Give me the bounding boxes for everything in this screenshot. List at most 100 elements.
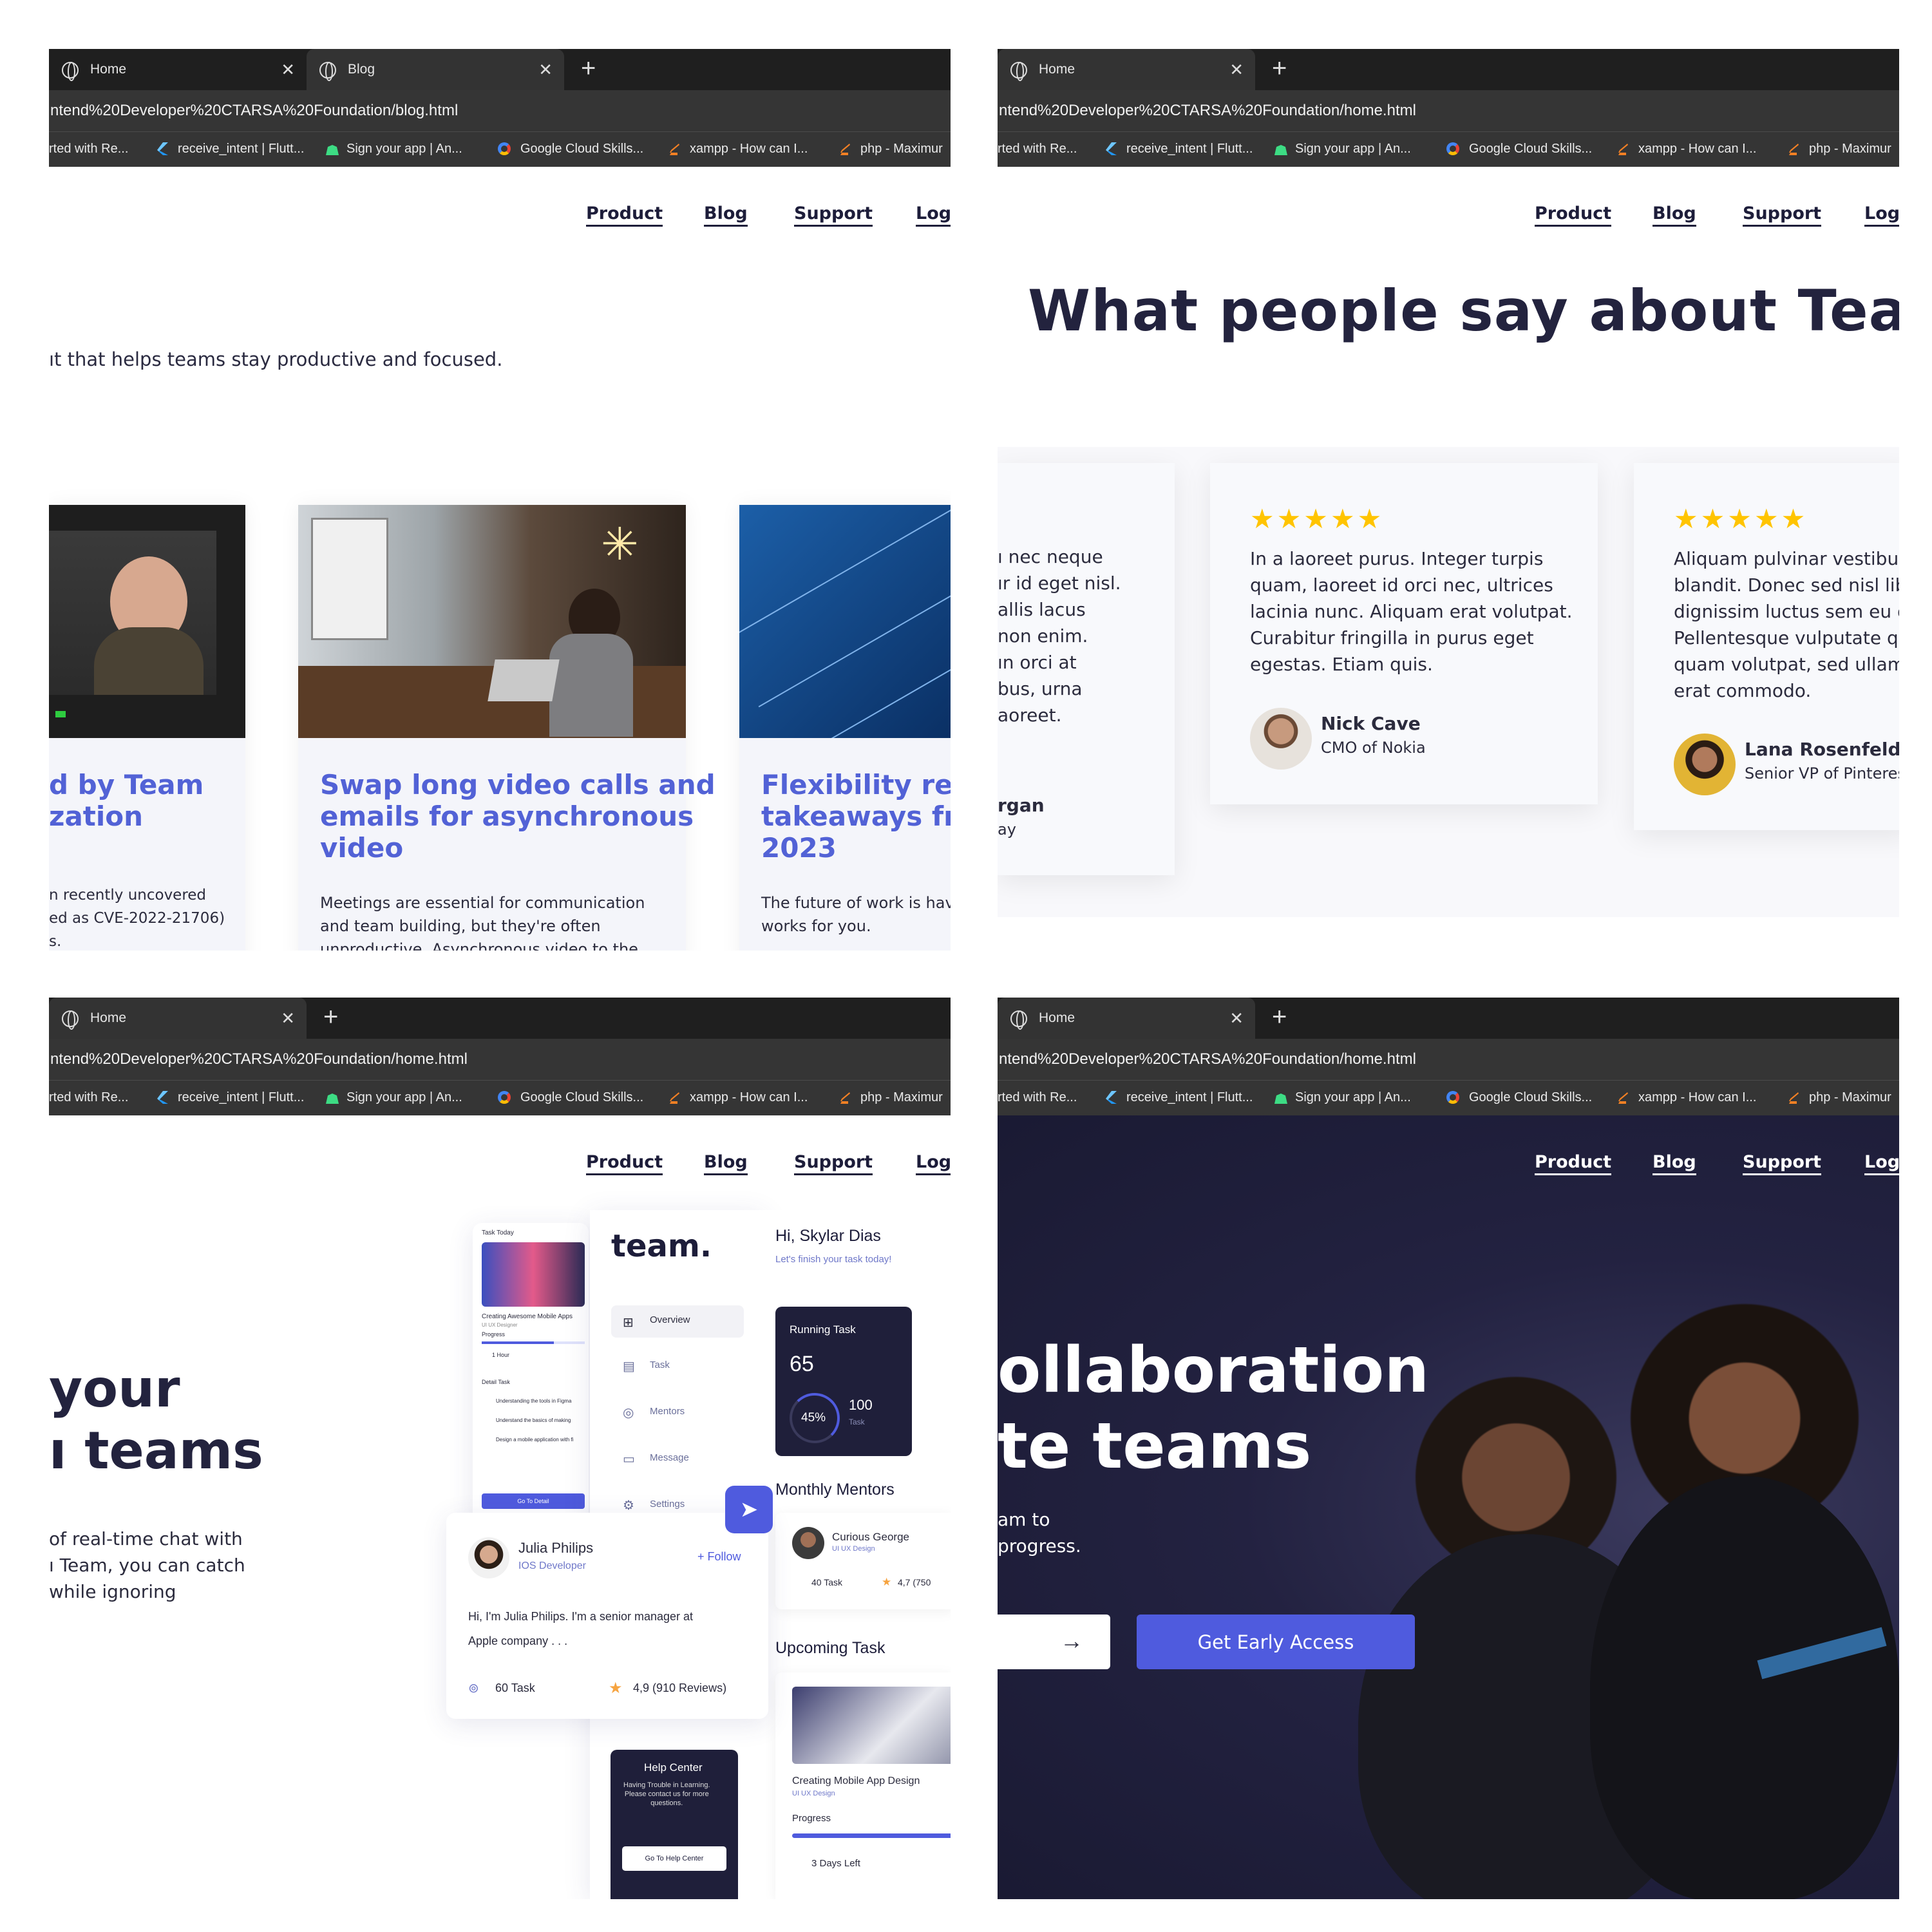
address-bar[interactable]: ntend%20Developer%20CTARSA%20Foundation/… [998, 90, 1899, 131]
tab-home[interactable]: Home ✕ [998, 49, 1255, 90]
bookmark[interactable]: php - Maximur [1809, 1090, 1891, 1105]
nav-product[interactable]: Product [1535, 1152, 1612, 1175]
tab-home[interactable]: Home ✕ [49, 998, 307, 1039]
bookmark[interactable]: Google Cloud Skills... [1469, 1090, 1592, 1105]
nav-product[interactable]: Product [1535, 204, 1612, 227]
upcoming-progress-bar [792, 1833, 951, 1838]
upcoming-task-card[interactable]: Creating Mobile App Design UI UX Design … [775, 1672, 951, 1899]
address-bar[interactable]: ntend%20Developer%20CTARSA%20Foundation/… [49, 90, 951, 131]
nav-login[interactable]: Log [916, 1152, 951, 1175]
nav-support[interactable]: Support [794, 204, 873, 227]
globe-icon [1010, 62, 1027, 81]
nav-blog[interactable]: Blog [704, 204, 748, 227]
bookmark[interactable]: php - Maximur [1809, 142, 1891, 156]
close-icon[interactable]: ✕ [281, 60, 295, 80]
tab-home[interactable]: Home ✕ [998, 998, 1255, 1039]
new-tab-icon[interactable]: + [323, 1003, 338, 1032]
bookmark[interactable]: Sign your app | An... [346, 1090, 462, 1105]
card-title[interactable]: Swap long video calls and emails for asy… [320, 769, 715, 864]
bookmark[interactable]: php - Maximur [860, 1090, 943, 1105]
new-tab-icon[interactable]: + [1272, 1003, 1287, 1032]
close-icon[interactable]: ✕ [1229, 1009, 1244, 1028]
blog-card[interactable]: ✳ Swap long video calls and emails for a… [298, 505, 715, 951]
nav-blog[interactable]: Blog [704, 1152, 748, 1175]
bookmark[interactable]: rted with Re... [49, 142, 128, 156]
sidebar-item-message[interactable]: ▭ Message [611, 1443, 744, 1475]
nav-login[interactable]: Log [1864, 1152, 1899, 1175]
bookmark[interactable]: Sign your app | An... [1295, 142, 1411, 156]
card-excerpt: n recently uncovered ed as CVE-2022-2170… [49, 887, 225, 950]
nav-support[interactable]: Support [1743, 1152, 1822, 1175]
avatar [1674, 734, 1736, 795]
task-time: 1 Hour [492, 1352, 510, 1358]
tab-home[interactable]: Home ✕ [49, 49, 307, 90]
nav-product[interactable]: Product [586, 204, 663, 227]
browser-chrome: Home ✕ + ntend%20Developer%20CTARSA%20Fou… [998, 998, 1899, 1115]
blog-card[interactable]: Flexibility reig takeaways fro 2023 The … [739, 505, 951, 951]
testimonial-role: CMO of Nokia [1321, 739, 1426, 757]
bookmark[interactable]: xampp - How can I... [1638, 1090, 1756, 1105]
bookmark[interactable]: Sign your app | An... [346, 142, 462, 156]
blog-card[interactable]: d by Team zation n recently uncovered ed… [49, 505, 245, 951]
nav-login[interactable]: Log [1864, 204, 1899, 227]
hero-background [998, 1115, 1899, 1899]
email-field[interactable]: → [998, 1615, 1110, 1669]
follow-button[interactable]: + Follow [697, 1550, 741, 1564]
bookmark[interactable]: rted with Re... [998, 1090, 1077, 1105]
bookmark[interactable]: receive_intent | Flutt... [178, 1090, 304, 1105]
nav-support[interactable]: Support [1743, 204, 1822, 227]
bookmark[interactable]: xampp - How can I... [690, 1090, 808, 1105]
nav-blog[interactable]: Blog [1653, 1152, 1696, 1175]
close-icon[interactable]: ✕ [281, 1009, 295, 1028]
main-nav: Product Blog Support Log [998, 204, 1899, 229]
get-early-access-button[interactable]: Get Early Access [1137, 1615, 1415, 1669]
close-icon[interactable]: ✕ [538, 60, 553, 80]
card-excerpt: Meetings are essential for communication… [320, 894, 645, 951]
main-nav: Product Blog Support Log [49, 204, 951, 229]
sidebar-item-task[interactable]: ▤ Task [611, 1350, 744, 1383]
stackoverflow-icon [1618, 1092, 1628, 1104]
stackoverflow-icon [1618, 144, 1628, 155]
blog-subtitle: ıt that helps teams stay productive and … [49, 348, 503, 370]
avatar [1250, 708, 1312, 770]
card-title[interactable]: d by Team zation [49, 769, 204, 832]
nav-login[interactable]: Log [916, 204, 951, 227]
nav-blog[interactable]: Blog [1653, 204, 1696, 227]
bookmark[interactable]: receive_intent | Flutt... [1126, 1090, 1253, 1105]
bookmark[interactable]: xampp - How can I... [1638, 142, 1756, 156]
new-tab-icon[interactable]: + [1272, 54, 1287, 83]
bookmark[interactable]: Google Cloud Skills... [520, 142, 643, 156]
go-to-detail-button[interactable]: Go To Detail [482, 1493, 585, 1509]
address-bar[interactable]: ntend%20Developer%20CTARSA%20Foundation/… [49, 1039, 951, 1080]
new-tab-icon[interactable]: + [581, 54, 596, 83]
bookmark[interactable]: Sign your app | An... [1295, 1090, 1411, 1105]
main-nav: Product Blog Support Log [998, 1152, 1899, 1178]
tab-blog[interactable]: Blog ✕ [307, 49, 564, 90]
bookmark[interactable]: rted with Re... [998, 142, 1077, 156]
bookmark[interactable]: Google Cloud Skills... [1469, 142, 1592, 156]
task-icon: ⊚ [468, 1681, 479, 1696]
mentor-card[interactable]: Curious George UI UX Design 40 Task ★ 4,… [775, 1513, 951, 1609]
stackoverflow-icon [840, 144, 850, 155]
address-bar[interactable]: ntend%20Developer%20CTARSA%20Foundation/… [998, 1039, 1899, 1080]
tab-bar: Home ✕ Blog ✕ + [49, 49, 951, 90]
close-icon[interactable]: ✕ [1229, 60, 1244, 80]
bookmark[interactable]: rted with Re... [49, 1090, 128, 1105]
bookmark[interactable]: php - Maximur [860, 142, 943, 156]
bookmark[interactable]: receive_intent | Flutt... [1126, 142, 1253, 156]
testimonial-card: ı nec neque ır id eget nisl. allis lacus… [998, 463, 1175, 875]
nav-support[interactable]: Support [794, 1152, 873, 1175]
card-title[interactable]: Flexibility reig takeaways fro 2023 [761, 769, 951, 864]
go-to-help-center-button[interactable]: Go To Help Center [622, 1846, 726, 1871]
send-icon[interactable]: ➤ [725, 1486, 773, 1533]
nav-product[interactable]: Product [586, 1152, 663, 1175]
browser-chrome: Home ✕ Blog ✕ + ntend%20Developer%20CTARSA… [49, 49, 951, 167]
sidebar-item-overview[interactable]: ⊞ Overview [611, 1305, 744, 1338]
testimonial-name: Lana Rosenfeld [1745, 739, 1899, 760]
bookmark[interactable]: xampp - How can I... [690, 142, 808, 156]
bookmark[interactable]: receive_intent | Flutt... [178, 142, 304, 156]
sidebar-item-mentors[interactable]: ◎ Mentors [611, 1397, 744, 1429]
task-image [792, 1687, 951, 1764]
grid-icon: ⊞ [623, 1316, 634, 1330]
bookmark[interactable]: Google Cloud Skills... [520, 1090, 643, 1105]
